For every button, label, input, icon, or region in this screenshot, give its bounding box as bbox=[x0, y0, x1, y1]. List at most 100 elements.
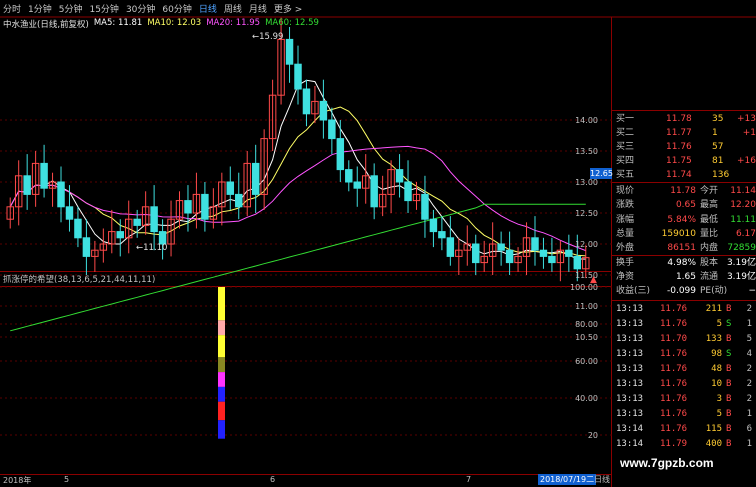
candle-body bbox=[150, 206, 158, 233]
stats-panel: 现价 11.78 今开 11.14 涨跌 0.65 最高 12.20 涨幅 5.84… bbox=[612, 184, 756, 300]
candle-body bbox=[40, 162, 48, 189]
price-axis-label: 12.50 bbox=[575, 209, 598, 218]
stat-label: 总量 bbox=[616, 228, 635, 239]
stat-row: 涨跌 0.65 最高 12.20 bbox=[612, 198, 756, 212]
ma5-line bbox=[9, 79, 586, 260]
trade-row: 13:13 11.76 48 B 2 bbox=[612, 362, 756, 377]
timeframe-6[interactable]: 日线 bbox=[199, 2, 217, 15]
stat-label: 涨幅 bbox=[616, 214, 635, 225]
stat-row: 外盘 86151 内盘 72859 bbox=[612, 241, 756, 255]
bid-row[interactable]: 买三 11.76 57 bbox=[612, 140, 756, 154]
stat-value: 1.65 bbox=[675, 271, 696, 282]
timeframe-9[interactable]: 更多 > bbox=[274, 2, 302, 15]
trade-price: 11.76 bbox=[660, 364, 688, 374]
bid-label: 买一 bbox=[616, 114, 635, 124]
candle-body bbox=[539, 249, 548, 257]
bid-change: +1 bbox=[742, 128, 756, 138]
indicator-bar-segment bbox=[218, 320, 225, 336]
timeframe-1[interactable]: 1分钟 bbox=[28, 2, 52, 15]
bid-volume: 81 bbox=[712, 156, 724, 166]
trade-volume: 5 bbox=[716, 409, 722, 419]
indicator-axis-label: 20 bbox=[588, 431, 598, 440]
indicator-axis-label: 40.00 bbox=[575, 394, 598, 403]
candle-body bbox=[133, 218, 141, 226]
low-annotation: ←11.10 bbox=[136, 243, 168, 253]
bid-row[interactable]: 买五 11.74 136 bbox=[612, 168, 756, 182]
trade-volume: 3 bbox=[716, 394, 722, 404]
current-price-tag: 12.65 bbox=[590, 168, 613, 179]
bid-price: 11.77 bbox=[666, 128, 692, 138]
timeframe-3[interactable]: 15分钟 bbox=[89, 2, 118, 15]
timeframe-2[interactable]: 5分钟 bbox=[59, 2, 83, 15]
bid-row[interactable]: 买二 11.77 1 +1 bbox=[612, 126, 756, 140]
indicator-bar-segment bbox=[218, 420, 225, 439]
stat-value-2: 3.19亿 bbox=[726, 271, 756, 282]
timeframe-7[interactable]: 周线 bbox=[224, 2, 242, 15]
timeframe-5[interactable]: 60分钟 bbox=[162, 2, 191, 15]
candle-body bbox=[446, 237, 455, 257]
stat-row: 净资 1.65 流通 3.19亿 bbox=[612, 270, 756, 284]
price-axis-label: 10.50 bbox=[575, 333, 598, 342]
bid-row[interactable]: 买四 11.75 81 +16 bbox=[612, 154, 756, 168]
ma10-line bbox=[9, 106, 586, 257]
price-axis-label: 11.00 bbox=[575, 302, 598, 311]
indicator-bar-segment bbox=[218, 372, 225, 387]
bid-change: +13 bbox=[737, 114, 756, 124]
trade-side: B bbox=[726, 304, 732, 314]
indicator-bar-segment bbox=[218, 386, 225, 402]
candle-body bbox=[116, 231, 124, 239]
trade-price: 11.76 bbox=[660, 394, 688, 404]
trade-volume: 10 bbox=[711, 379, 722, 389]
ma60-value: MA60: 12.59 bbox=[265, 18, 319, 28]
trade-side: B bbox=[726, 379, 732, 389]
trade-row: 13:13 11.76 5 B 1 bbox=[612, 407, 756, 422]
candle-body bbox=[345, 169, 353, 183]
trade-side: B bbox=[726, 409, 732, 419]
candle-body bbox=[319, 100, 328, 121]
stat-row: 换手 4.98% 股本 3.19亿 bbox=[612, 256, 756, 270]
ma10-value: MA10: 12.03 bbox=[147, 18, 202, 28]
stat-row: 总量 159010 量比 6.17 bbox=[612, 227, 756, 241]
candle-body bbox=[370, 175, 378, 208]
bid-row[interactable]: 买一 11.78 35 +13 bbox=[612, 112, 756, 126]
candle-body bbox=[548, 255, 556, 264]
candle-body bbox=[23, 175, 31, 195]
watermark: www.7gpzb.com bbox=[620, 456, 714, 470]
bid-label: 买二 bbox=[616, 128, 635, 138]
timeframe-8[interactable]: 月线 bbox=[249, 2, 267, 15]
stat-value: -0.099 bbox=[666, 286, 696, 297]
trade-time: 13:13 bbox=[616, 304, 644, 314]
candle-body bbox=[404, 181, 412, 202]
trade-volume: 5 bbox=[716, 319, 722, 329]
bid-price: 11.78 bbox=[666, 114, 692, 124]
trade-count: 1 bbox=[746, 439, 752, 449]
stock-title: 中水渔业(日线,前复权) bbox=[3, 20, 89, 30]
timeframe-0[interactable]: 分时 bbox=[3, 2, 21, 15]
candle-body bbox=[429, 218, 438, 233]
timeframe-4[interactable]: 30分钟 bbox=[126, 2, 155, 15]
trade-row: 13:13 11.76 10 B 2 bbox=[612, 377, 756, 392]
trade-time: 13:13 bbox=[616, 394, 644, 404]
candle-body bbox=[565, 249, 573, 257]
candle-body bbox=[505, 249, 514, 264]
trade-row: 13:13 11.76 5 S 1 bbox=[612, 317, 756, 332]
period-label[interactable]: 日线 bbox=[594, 474, 610, 485]
stat-row: 收益(三) -0.099 PE(动) − bbox=[612, 284, 756, 298]
stat-value-2: 6.17 bbox=[735, 228, 756, 239]
candle-body bbox=[472, 243, 480, 264]
stat-value: 11.78 bbox=[670, 186, 696, 196]
trade-side: B bbox=[726, 424, 732, 434]
trade-side: B bbox=[726, 439, 732, 449]
trade-price: 11.76 bbox=[660, 304, 688, 314]
indicator-bar-segment bbox=[218, 357, 225, 373]
trade-count: 4 bbox=[746, 349, 752, 359]
trade-price: 11.76 bbox=[660, 319, 688, 329]
trade-volume: 98 bbox=[711, 349, 722, 359]
trade-time: 13:13 bbox=[616, 409, 644, 419]
candle-body bbox=[184, 200, 192, 214]
candle-body bbox=[57, 181, 65, 208]
stat-label: 换手 bbox=[616, 257, 635, 268]
trade-price: 11.76 bbox=[660, 409, 688, 419]
trade-side: B bbox=[726, 334, 732, 344]
stat-value: 5.84% bbox=[667, 214, 696, 225]
